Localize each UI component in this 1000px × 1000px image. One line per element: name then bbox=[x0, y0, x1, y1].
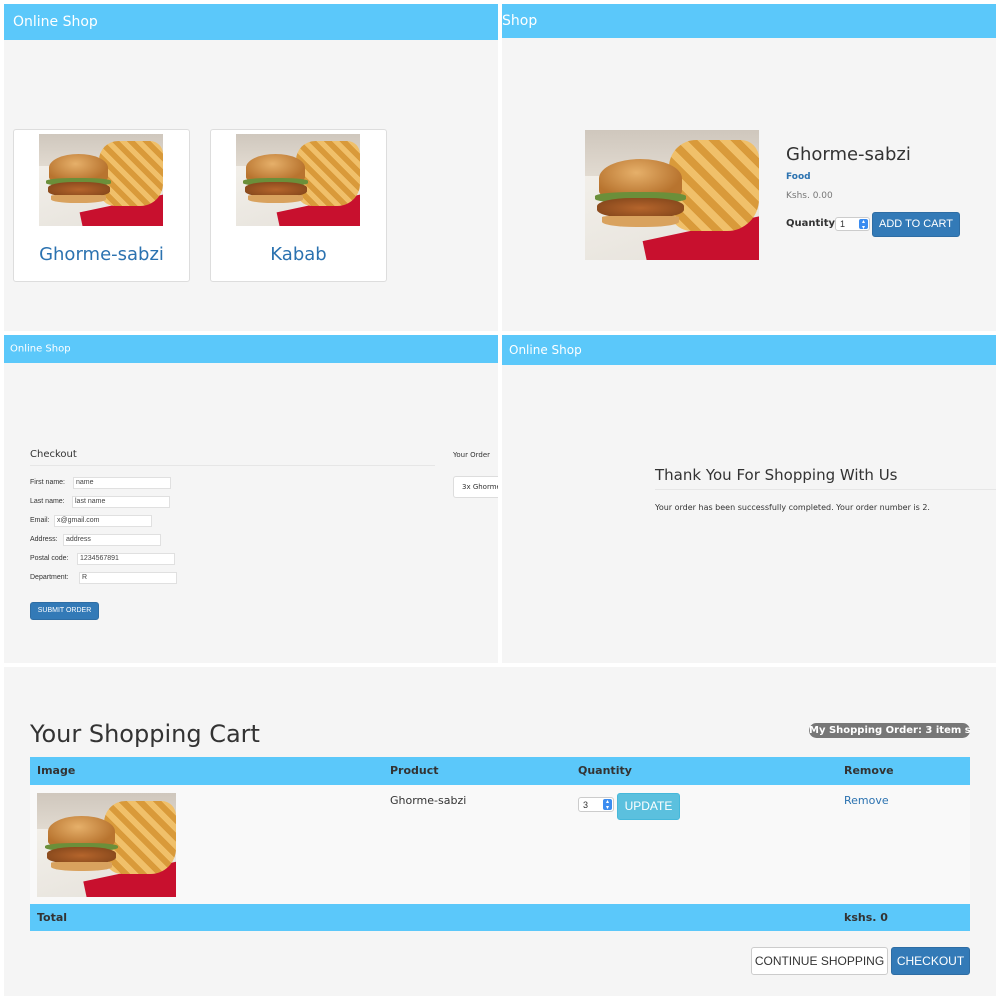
product-title: Ghorme-sabzi bbox=[786, 144, 911, 165]
stepper-arrows-icon[interactable]: ▴ ▾ bbox=[859, 219, 868, 231]
add-to-cart-button[interactable]: ADD TO CART bbox=[872, 212, 960, 237]
navbar: Online Shop bbox=[502, 335, 996, 365]
quantity-column-header: Quantity bbox=[578, 764, 632, 777]
total-value: kshs. 0 bbox=[844, 911, 888, 924]
last-name-field[interactable]: last name bbox=[72, 496, 170, 508]
update-button[interactable]: UPDATE bbox=[617, 793, 680, 820]
total-label: Total bbox=[37, 911, 68, 924]
cart-item-name: Ghorme-sabzi bbox=[390, 794, 467, 807]
cart-quantity-value: 3 bbox=[583, 799, 589, 810]
heading-divider bbox=[30, 465, 435, 466]
email-label: Email: bbox=[30, 517, 50, 524]
product-name-link[interactable]: Kabab bbox=[211, 244, 386, 265]
first-name-field[interactable]: name bbox=[73, 477, 171, 489]
brand-title[interactable]: Online Shop bbox=[13, 14, 98, 30]
table-row: Ghorme-sabzi 3 ▴ ▾ UPDATE Remove bbox=[30, 785, 970, 905]
checkout-button[interactable]: CHECKOUT bbox=[891, 947, 970, 975]
postal-code-field[interactable]: 1234567891 bbox=[77, 553, 175, 565]
cart-heading: Your Shopping Cart bbox=[30, 720, 260, 748]
product-price: Kshs. 0.00 bbox=[786, 191, 833, 201]
product-column-header: Product bbox=[390, 764, 439, 777]
product-image[interactable] bbox=[39, 134, 163, 226]
cart-quantity-stepper[interactable]: 3 ▴ ▾ bbox=[578, 797, 614, 812]
stepper-arrows-icon[interactable]: ▴ ▾ bbox=[603, 799, 612, 811]
email-field[interactable]: x@gmail.com bbox=[54, 515, 152, 527]
brand-title[interactable]: Online Shop bbox=[10, 344, 71, 355]
image-column-header: Image bbox=[37, 764, 76, 777]
brand-title[interactable]: Shop bbox=[502, 13, 537, 29]
product-name-link[interactable]: Ghorme-sabzi bbox=[14, 244, 189, 265]
heading-divider bbox=[655, 489, 996, 490]
continue-shopping-button[interactable]: CONTINUE SHOPPING bbox=[751, 947, 888, 975]
remove-link[interactable]: Remove bbox=[844, 794, 889, 807]
navbar: Shop bbox=[502, 4, 996, 38]
remove-column-header: Remove bbox=[844, 764, 894, 777]
product-list-panel: Online Shop Ghorme-sabzi Kabab bbox=[4, 4, 498, 331]
navbar: Online Shop bbox=[4, 335, 498, 363]
cart-item-image bbox=[37, 793, 176, 897]
product-detail-panel: Shop Ghorme-sabzi Food Kshs. 0.00 Quanti… bbox=[502, 4, 996, 331]
order-confirmation-message: Your order has been successfully complet… bbox=[655, 503, 930, 512]
shopping-cart-panel: Your Shopping Cart My Shopping Order: 3 … bbox=[4, 667, 996, 996]
quantity-label: Quantity: bbox=[786, 218, 839, 229]
cart-table-header: Image Product Quantity Remove bbox=[30, 757, 970, 785]
checkout-panel: Online Shop Checkout First name: name La… bbox=[4, 335, 498, 663]
checkout-heading: Checkout bbox=[30, 449, 77, 460]
navbar: Online Shop bbox=[4, 4, 498, 40]
order-summary-box: 3x Ghorme bbox=[453, 476, 498, 498]
category-link[interactable]: Food bbox=[786, 172, 811, 182]
address-label: Address: bbox=[30, 536, 58, 543]
cart-total-row: Total kshs. 0 bbox=[30, 904, 970, 931]
product-image bbox=[585, 130, 759, 260]
postal-code-label: Postal code: bbox=[30, 555, 69, 562]
department-label: Department: bbox=[30, 574, 69, 581]
address-field[interactable]: address bbox=[63, 534, 161, 546]
first-name-label: First name: bbox=[30, 479, 66, 486]
product-image[interactable] bbox=[236, 134, 360, 226]
submit-order-button[interactable]: SUBMIT ORDER bbox=[30, 602, 99, 620]
quantity-value: 1 bbox=[840, 219, 846, 229]
quantity-stepper[interactable]: 1 ▴ ▾ bbox=[835, 217, 870, 231]
product-card[interactable]: Ghorme-sabzi bbox=[13, 129, 190, 282]
order-count-badge: My Shopping Order: 3 item s bbox=[809, 723, 971, 738]
product-card[interactable]: Kabab bbox=[210, 129, 387, 282]
order-item: 3x Ghorme bbox=[462, 483, 498, 491]
thank-you-heading: Thank You For Shopping With Us bbox=[655, 466, 898, 484]
your-order-label: Your Order bbox=[453, 451, 491, 459]
last-name-label: Last name: bbox=[30, 498, 65, 505]
thank-you-panel: Online Shop Thank You For Shopping With … bbox=[502, 335, 996, 663]
department-field[interactable]: R bbox=[79, 572, 177, 584]
brand-title[interactable]: Online Shop bbox=[509, 343, 582, 357]
